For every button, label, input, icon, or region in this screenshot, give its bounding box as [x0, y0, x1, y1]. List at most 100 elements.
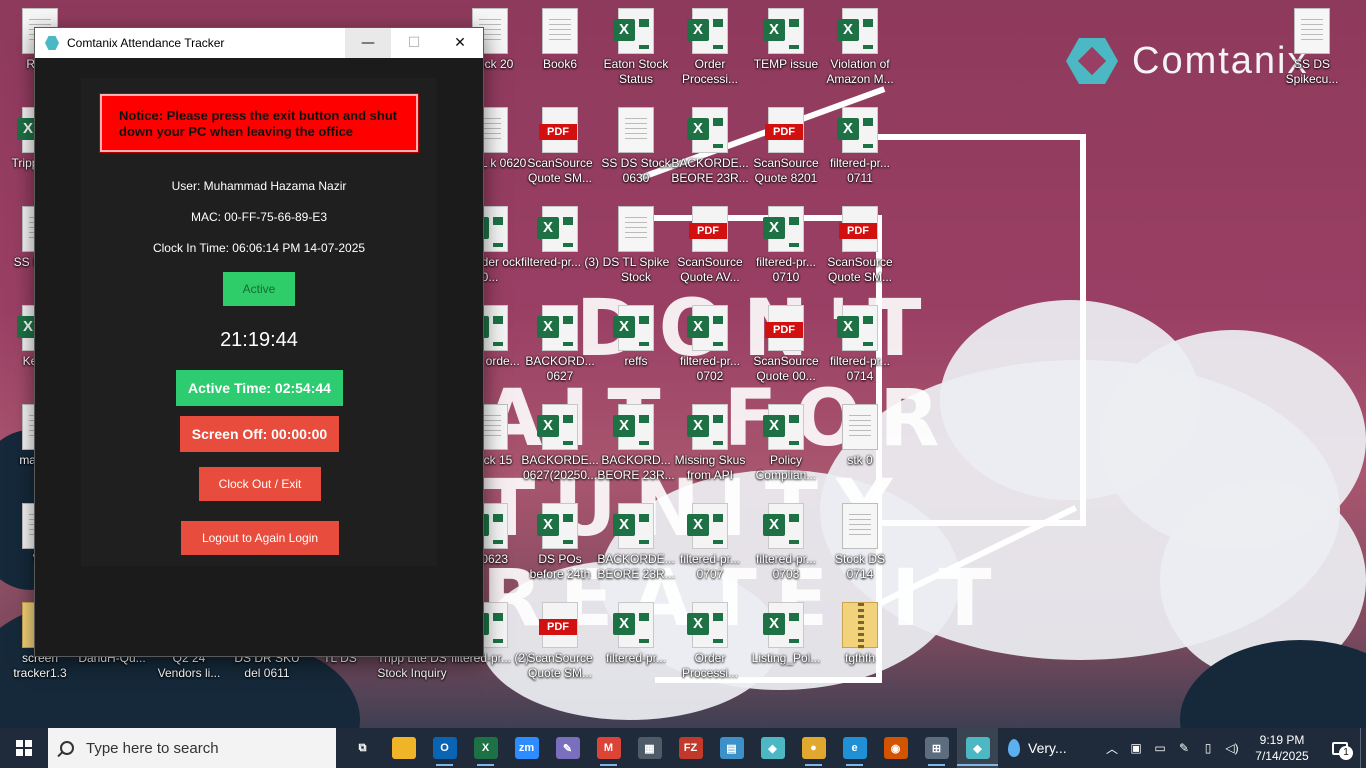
pdf-file-icon	[539, 107, 578, 153]
desktop-icon[interactable]: SS DS Stock 0630	[596, 107, 676, 186]
desktop-icon-label: Book6	[542, 57, 578, 71]
attendance-tracker-icon: ◆	[965, 737, 990, 759]
windows-logo-icon	[16, 740, 32, 756]
desktop-icon-label: DS TL Spike Stock	[602, 255, 670, 284]
network-icon[interactable]: ▯	[1196, 741, 1220, 755]
desktop-icon[interactable]: TEMP issue	[746, 8, 826, 72]
window-title: Comtanix Attendance Tracker	[67, 36, 225, 50]
desktop-icon[interactable]: SS DS Spikecu...	[1272, 8, 1352, 87]
desktop-icon[interactable]: ScanSource Quote 8201	[746, 107, 826, 186]
excel-file-icon	[763, 206, 804, 252]
attendance-tracker-window: Comtanix Attendance Tracker — ☐ ✕ Notice…	[34, 27, 484, 657]
system-tray: ︿ ▣ ▭ ✎ ▯ ◁) 9:19 PM 7/14/2025 1	[1100, 728, 1366, 768]
notification-count: 1	[1339, 746, 1353, 760]
status-badge: Active	[223, 272, 295, 306]
desktop-icon[interactable]: Listing_Pol...	[746, 602, 826, 666]
desktop-icon[interactable]: Order Processi...	[670, 602, 750, 681]
chevron-up-icon[interactable]: ︿	[1100, 740, 1124, 757]
desktop-icon[interactable]: BACKORDE... 0627(20250...	[520, 404, 600, 483]
taskbar-app-excel[interactable]: X	[465, 728, 506, 768]
desktop-icon-label: filtered-pr... 0711	[829, 156, 891, 185]
desktop-icon[interactable]: reffs	[596, 305, 676, 369]
start-button[interactable]	[0, 728, 48, 768]
desktop-icon[interactable]: Book6	[520, 8, 600, 72]
desktop-icon-label: ScanSource Quote SM...	[827, 255, 893, 284]
desktop-icon[interactable]: Stock DS 0714	[820, 503, 900, 582]
desktop-icon[interactable]: DS POs before 24th	[520, 503, 600, 582]
excel-file-icon	[613, 404, 654, 450]
notification-center-button[interactable]: 1	[1320, 728, 1360, 768]
weather-widget[interactable]: Very...	[1008, 739, 1067, 757]
pdf-file-icon	[839, 206, 878, 252]
desktop-icon[interactable]: ScanSource Quote 00...	[746, 305, 826, 384]
minimize-button[interactable]: —	[345, 28, 391, 58]
taskbar-app-notepad[interactable]: ▤	[711, 728, 752, 768]
taskbar-app-comtanix[interactable]: ◆	[752, 728, 793, 768]
chrome-profile-icon: M	[596, 737, 621, 759]
desktop-icon[interactable]: filtered-pr... 0702	[670, 305, 750, 384]
desktop-icon[interactable]: filtered-pr... 0714	[820, 305, 900, 384]
excel-file-icon	[763, 503, 804, 549]
taskbar-app-outlook[interactable]: O	[424, 728, 465, 768]
desktop-icon[interactable]: Violation of Amazon M...	[820, 8, 900, 87]
desktop-icon[interactable]: BACKORD... BEORE 23R...	[596, 404, 676, 483]
desktop-icon[interactable]: Eaton Stock Status	[596, 8, 676, 87]
desktop-icon[interactable]: filtered-pr... 0711	[820, 107, 900, 186]
desktop-icon[interactable]: filtered-pr... 0707	[670, 503, 750, 582]
excel-file-icon	[687, 404, 728, 450]
desktop-icon-label: reffs	[624, 354, 648, 368]
battery-icon[interactable]: ▭	[1148, 741, 1172, 755]
taskbar-app-zoom[interactable]: zm	[506, 728, 547, 768]
calculator-icon: ▦	[637, 737, 662, 759]
volume-icon[interactable]: ◁)	[1220, 741, 1244, 755]
desktop-icon[interactable]: Policy Complian...	[746, 404, 826, 483]
taskbar-app-file-explorer[interactable]	[383, 728, 424, 768]
close-button[interactable]: ✕	[437, 28, 483, 58]
current-time-clock: 21:19:44	[220, 329, 298, 351]
desktop-icon[interactable]: BACKORDE... BEORE 23R...	[670, 107, 750, 186]
taskbar-app-chrome-profile[interactable]: M	[588, 728, 629, 768]
desktop-icon[interactable]: stk 0	[820, 404, 900, 468]
desktop-icon-label: filtered-pr... 0714	[829, 354, 891, 383]
taskbar-app-attendance-tracker[interactable]: ◆	[957, 728, 998, 768]
desktop-icon[interactable]: DS TL Spike Stock	[596, 206, 676, 285]
pen-icon[interactable]: ✎	[1172, 741, 1196, 755]
taskbar-app-chrome[interactable]: ●	[793, 728, 834, 768]
notice-banner: Notice: Please press the exit button and…	[99, 93, 419, 153]
excel-file-icon	[687, 8, 728, 54]
excel-icon: X	[473, 737, 498, 759]
active-time-display: Active Time: 02:54:44	[176, 370, 343, 406]
desktop-icon-label: filtered-pr... (3)	[520, 255, 600, 269]
desktop-icon[interactable]: filtered-pr... (3)	[520, 206, 600, 270]
desktop-icon[interactable]: fgfhfh	[820, 602, 900, 666]
meet-now-icon[interactable]: ▣	[1124, 741, 1148, 755]
taskbar-app-edge[interactable]: e	[834, 728, 875, 768]
desktop-icon[interactable]: ScanSource Quote SM...	[820, 206, 900, 285]
remote-desktop-icon: ⊞	[924, 737, 949, 759]
taskbar-app-paint[interactable]: ✎	[547, 728, 588, 768]
desktop-icon[interactable]: ScanSource Quote SM...	[520, 602, 600, 681]
taskbar-app-browser-2[interactable]: ◉	[875, 728, 916, 768]
desktop-icon[interactable]: filtered-pr...	[596, 602, 676, 666]
logout-button[interactable]: Logout to Again Login	[181, 521, 339, 555]
taskbar-app-calculator[interactable]: ▦	[629, 728, 670, 768]
desktop-icon[interactable]: filtered-pr... 0710	[746, 206, 826, 285]
desktop-icon[interactable]: BACKORD... 0627	[520, 305, 600, 384]
desktop-icon[interactable]: Missing Skus from API	[670, 404, 750, 483]
desktop-icon[interactable]: ScanSource Quote SM...	[520, 107, 600, 186]
desktop-icon-label: BACKORDE... BEORE 23R...	[597, 552, 675, 581]
show-desktop-button[interactable]	[1360, 728, 1366, 768]
taskbar-app-filezilla[interactable]: FZ	[670, 728, 711, 768]
maximize-button[interactable]: ☐	[391, 28, 437, 58]
desktop-icon[interactable]: Order Processi...	[670, 8, 750, 87]
taskbar-search[interactable]: Type here to search	[48, 728, 336, 768]
clock-out-exit-button[interactable]: Clock Out / Exit	[199, 467, 321, 501]
desktop-icon[interactable]: ScanSource Quote AV...	[670, 206, 750, 285]
desktop-icon[interactable]: filtered-pr... 0703	[746, 503, 826, 582]
taskbar-app-remote-desktop[interactable]: ⊞	[916, 728, 957, 768]
desktop-icon[interactable]: BACKORDE... BEORE 23R...	[596, 503, 676, 582]
window-titlebar[interactable]: Comtanix Attendance Tracker — ☐ ✕	[35, 28, 483, 58]
taskbar-clock[interactable]: 9:19 PM 7/14/2025	[1244, 732, 1320, 764]
app-logo-icon	[45, 36, 59, 50]
taskbar-app-task-view[interactable]: ⧉	[342, 728, 383, 768]
